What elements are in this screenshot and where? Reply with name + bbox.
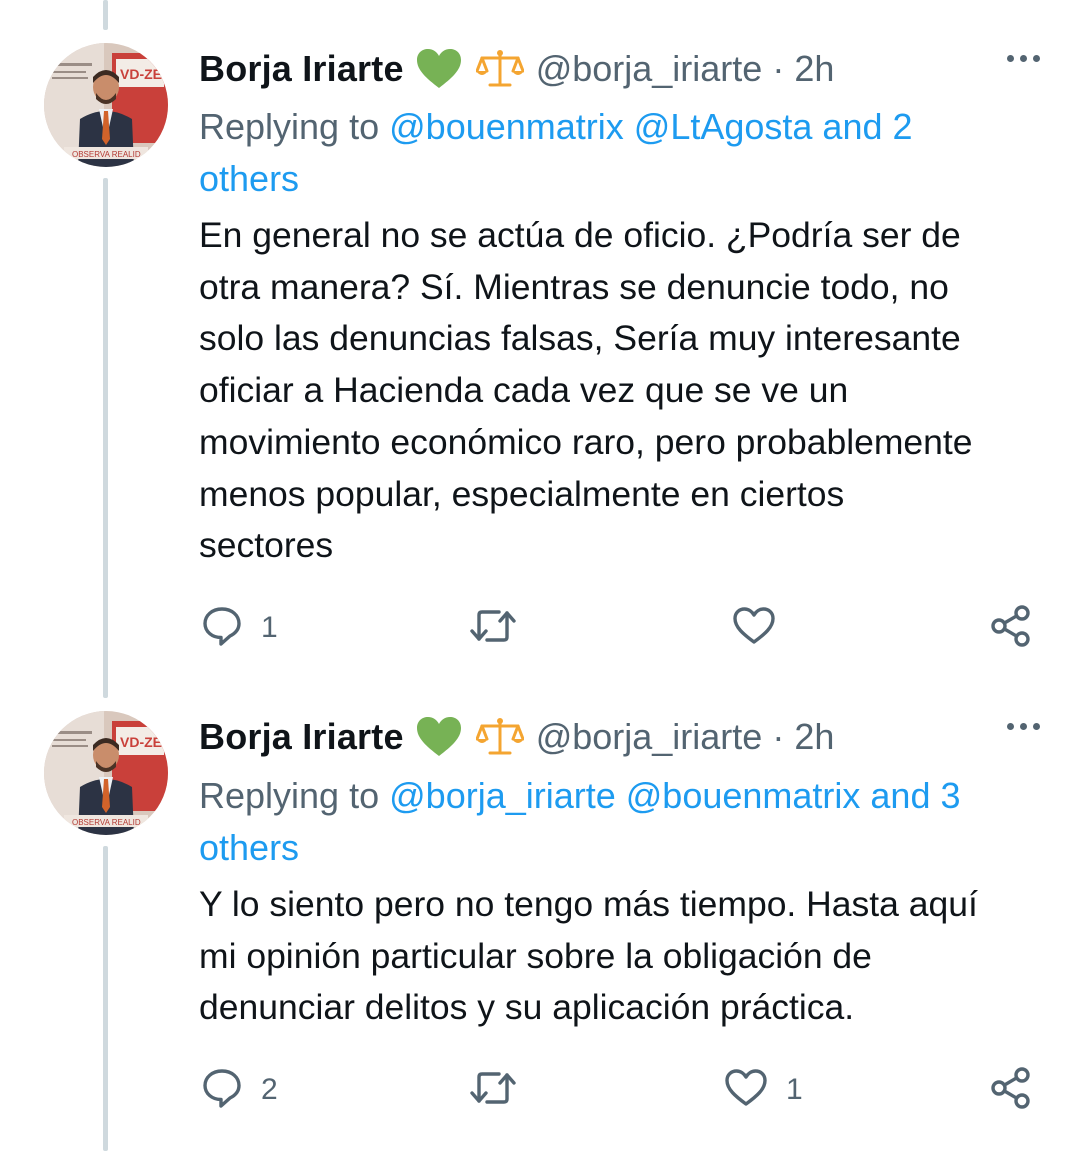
like-button[interactable]: 1 [724, 1065, 803, 1115]
tweet-text-line: otra manera? Sí. Mientras se denuncie to… [199, 266, 949, 307]
retweet-arrows-icon [469, 1067, 517, 1114]
reply-button[interactable]: 2 [201, 1065, 278, 1115]
tweet-header: Borja Iriarte @borja_iriarte · 2h [199, 41, 1040, 97]
tweet-text-line: menos popular, especialmente en ciertos [199, 473, 845, 514]
svg-text:OBSERVA REALID: OBSERVA REALID [72, 818, 141, 827]
tweet-text-line: solo las denuncias falsas, Sería muy int… [199, 318, 961, 359]
share-nodes-icon [989, 1066, 1033, 1115]
separator-dot: · [772, 716, 785, 757]
tweet-actions: 1 [199, 603, 1039, 653]
tweet-text-line: mi opinión particular sobre la obligació… [199, 935, 872, 976]
like-button[interactable] [732, 603, 794, 653]
heart-outline-icon [724, 1068, 768, 1113]
replying-others-link[interactable]: others [199, 827, 299, 868]
share-button[interactable] [989, 603, 1033, 653]
tweet-text: Y lo siento pero no tengo más tiempo. Ha… [199, 879, 1049, 1034]
replying-prefix: Replying to [199, 775, 380, 816]
tweet-text-line: denunciar delitos y su aplicación prácti… [199, 987, 855, 1028]
share-button[interactable] [989, 1065, 1033, 1115]
svg-text:VD-ZE: VD-ZE [120, 734, 162, 750]
more-dots-icon[interactable] [1007, 55, 1040, 62]
reply-bubble-icon [201, 1067, 243, 1114]
reply-button[interactable]: 1 [201, 603, 278, 653]
more-dots-icon[interactable] [1007, 723, 1040, 730]
author-handle[interactable]: @borja_iriarte [536, 48, 763, 90]
replying-mentions[interactable]: @borja_iriarte @bouenmatrix and 3 [389, 775, 960, 816]
tweet-text: En general no se actúa de oficio. ¿Podrí… [199, 210, 1049, 572]
replying-mentions[interactable]: @bouenmatrix @LtAgosta and 2 [389, 106, 912, 147]
retweet-arrows-icon [469, 605, 517, 652]
tweet-text-line: sectores [199, 525, 334, 566]
tweet[interactable]: VD-ZE OBSERVA REALID Borja Iriarte @borj… [0, 690, 1080, 1151]
separator-dot: · [772, 48, 785, 89]
avatar[interactable]: VD-ZE OBSERVA REALID [44, 43, 168, 167]
replying-to: Replying to @borja_iriarte @bouenmatrix … [199, 770, 999, 874]
author-handle[interactable]: @borja_iriarte [536, 716, 763, 758]
balance-scale-icon [475, 49, 524, 89]
tweet-time[interactable]: 2h [794, 48, 834, 90]
reply-count: 2 [261, 1073, 278, 1106]
retweet-button[interactable] [469, 1065, 535, 1115]
green-heart-icon [416, 48, 462, 90]
share-nodes-icon [989, 604, 1033, 653]
tweet-text-line: Y lo siento pero no tengo más tiempo. Ha… [199, 884, 978, 924]
tweet[interactable]: VD-ZE OBSERVA REALID Borja Iriarte @borj… [0, 0, 1080, 700]
balance-scale-icon [475, 717, 524, 757]
author-name[interactable]: Borja Iriarte [199, 716, 404, 758]
tweet-actions: 2 1 [199, 1065, 1039, 1115]
tweet-header: Borja Iriarte @borja_iriarte · 2h [199, 709, 1040, 765]
tweet-text-line: oficiar a Hacienda cada vez que se ve un [199, 370, 849, 411]
avatar[interactable]: VD-ZE OBSERVA REALID [44, 711, 168, 835]
replying-others-link[interactable]: others [199, 158, 299, 199]
reply-bubble-icon [201, 605, 243, 652]
replying-to: Replying to @bouenmatrix @LtAgosta and 2… [199, 101, 999, 205]
green-heart-icon [416, 716, 462, 758]
retweet-button[interactable] [469, 603, 535, 653]
replying-prefix: Replying to [199, 106, 380, 147]
heart-outline-icon [732, 606, 776, 651]
svg-text:VD-ZE: VD-ZE [120, 66, 162, 82]
author-name[interactable]: Borja Iriarte [199, 48, 404, 90]
like-count: 1 [786, 1073, 803, 1106]
svg-text:OBSERVA REALID: OBSERVA REALID [72, 150, 141, 159]
tweet-time[interactable]: 2h [794, 716, 834, 758]
tweet-text-line: En general no se actúa de oficio. ¿Podrí… [199, 215, 961, 255]
reply-count: 1 [261, 611, 278, 644]
tweet-text-line: movimiento económico raro, pero probable… [199, 421, 973, 462]
